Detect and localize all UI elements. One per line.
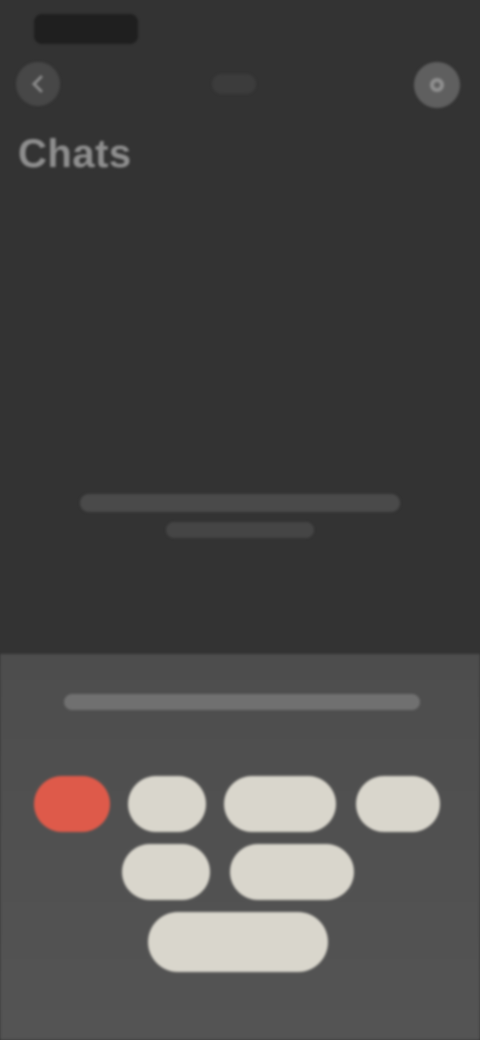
status-bar — [0, 0, 480, 56]
chip[interactable] — [230, 844, 354, 900]
back-icon — [31, 75, 43, 93]
top-bar — [0, 56, 480, 116]
chip[interactable] — [148, 912, 328, 972]
chip[interactable] — [122, 844, 210, 900]
chip[interactable] — [224, 776, 336, 832]
settings-button[interactable] — [414, 62, 460, 108]
empty-state-message — [80, 494, 400, 538]
suggestion-panel — [0, 654, 480, 1040]
status-time — [34, 14, 138, 44]
chip-selected[interactable] — [34, 776, 110, 832]
panel-prompt — [64, 694, 420, 710]
top-center-label — [212, 74, 256, 94]
app-screen: Chats — [0, 0, 480, 1040]
empty-state-line-1 — [80, 494, 400, 512]
chip[interactable] — [356, 776, 440, 832]
settings-icon — [430, 78, 444, 92]
chip[interactable] — [128, 776, 206, 832]
back-button[interactable] — [16, 62, 60, 106]
page-title: Chats — [18, 132, 132, 176]
empty-state-line-2 — [166, 522, 314, 538]
